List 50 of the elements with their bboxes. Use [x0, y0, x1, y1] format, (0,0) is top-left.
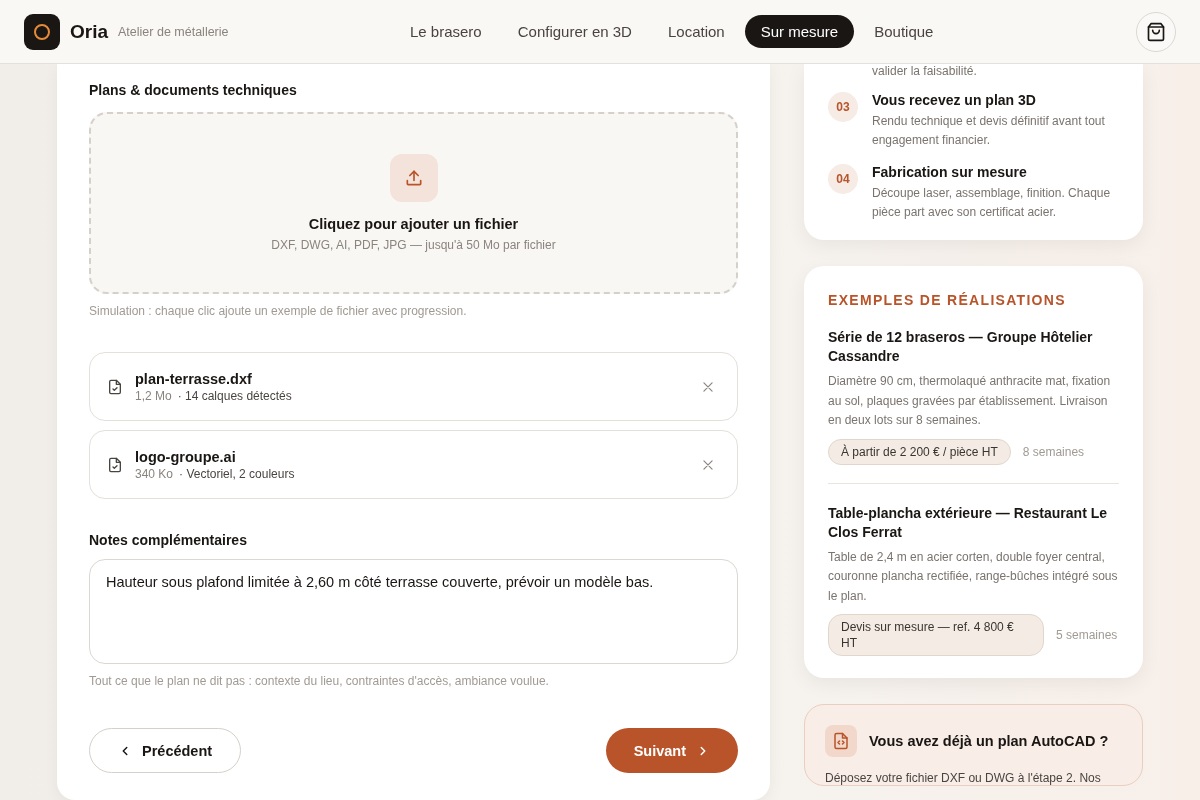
nav-link[interactable]: Boutique — [858, 15, 950, 48]
file-check-icon — [107, 456, 123, 473]
helper-text: Tout ce que le plan ne dit pas : contexte du lieu, contraintes d'accès, ambiance voulue. — [89, 674, 550, 688]
card-heading: EXEMPLES DE RÉALISATIONS — [828, 292, 1067, 308]
close-icon — [701, 379, 715, 394]
duration-text: 8 semaines — [1022, 444, 1085, 459]
logo-icon[interactable] — [24, 13, 60, 50]
dropzone-hint: DXF, DWG, AI, PDF, JPG — jusqu'à 50 Mo par fichier — [271, 238, 556, 252]
nav-link[interactable]: Configurer en 3D — [501, 15, 648, 48]
brand-tagline: Atelier de métallerie — [118, 24, 229, 39]
previous-button[interactable]: Précédent — [89, 728, 242, 773]
nav-link[interactable]: Sur mesure — [744, 15, 855, 48]
file-name: plan-terrasse.dxf — [135, 370, 253, 387]
cart-button[interactable] — [1136, 11, 1176, 52]
section-label: Plans & documents techniques — [89, 82, 298, 98]
price-tag: À partir de 2 200 € / pièce HT — [828, 438, 1011, 465]
next-button[interactable]: Suivant — [605, 728, 738, 773]
duration-text: 5 semaines — [1056, 628, 1118, 642]
price-tag: Devis sur mesure — ref. 4 800 € HT — [828, 614, 1044, 656]
example-title: Série de 12 braseros — Groupe Hôtelier Cassandre — [828, 328, 1094, 366]
notes-field[interactable]: Hauteur sous plafond limitée à 2,60 m côté terrasse couverte, prévoir un modèle bas. — [89, 559, 738, 664]
step-text: valider la faisabilité. — [872, 64, 978, 78]
card-text: Déposez votre fichier DXF ou DWG à l'étape 2. Nos — [825, 771, 1102, 785]
card-heading: Vous avez déjà un plan AutoCAD ? — [869, 733, 1109, 749]
close-icon — [701, 457, 715, 472]
dropzone-title: Cliquez pour ajouter un fichier — [308, 216, 519, 232]
example-title: Table-plancha extérieure — Restaurant Le Clos Ferrat — [828, 503, 1109, 542]
file-detail: · Vectoriel, 2 couleurs — [179, 466, 295, 481]
step-number: 03 — [828, 92, 858, 122]
step-text: Découpe laser, assemblage, finition. Chaque pièce part avec son certificat acier. — [872, 185, 1112, 221]
upload-icon — [389, 154, 438, 202]
step-number: 04 — [828, 164, 858, 194]
file-name: logo-groupe.ai — [135, 448, 237, 465]
code-file-icon — [825, 725, 857, 757]
section-label: Notes complémentaires — [89, 532, 248, 548]
shopping-bag-icon — [1146, 21, 1166, 42]
brand-name: Oria — [70, 20, 109, 43]
step-title: Vous recevez un plan 3D — [872, 92, 1037, 108]
file-size: 1,2 Mo — [135, 388, 172, 403]
helper-text: Simulation : chaque clic ajoute un exemple de fichier avec progression. — [89, 304, 468, 318]
example-description: Diamètre 90 cm, thermolaqué anthracite mat, fixation au sol, plaques gravées par établissement. Livraison en deux lots sur 8 semaines. — [828, 373, 1112, 429]
step-text: Rendu technique et devis définitif avant tout engagement financier. — [872, 113, 1106, 149]
file-check-icon — [107, 378, 123, 395]
nav-link[interactable]: Le brasero — [394, 15, 498, 48]
nav-link[interactable]: Location — [651, 15, 741, 48]
example-description: Table de 2,4 m en acier corten, double foyer central, couronne plancha rectifiée, range-bûches intégré sous le plan. — [828, 548, 1119, 605]
file-size: 340 Ko — [135, 466, 174, 481]
step-title: Fabrication sur mesure — [872, 164, 1028, 180]
file-detail: · 14 calques détectés — [177, 388, 292, 403]
file-dropzone[interactable]: Cliquez pour ajouter un fichier DXF, DWG, AI, PDF, JPG — jusqu'à 50 Mo par fichier — [89, 112, 738, 294]
